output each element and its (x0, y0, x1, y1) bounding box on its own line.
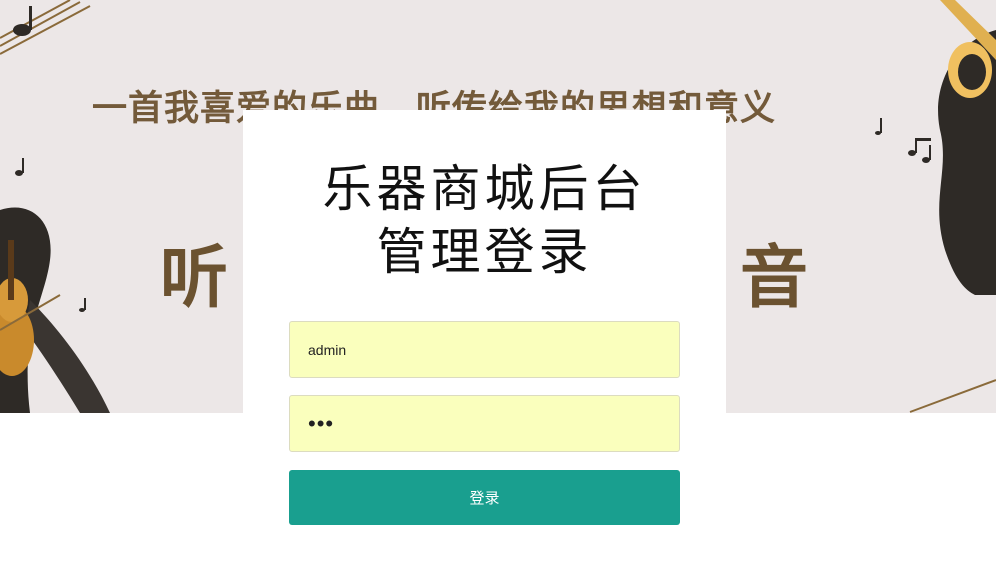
login-button[interactable]: 登录 (289, 470, 680, 525)
login-title: 乐器商城后台 管理登录 (243, 158, 726, 284)
username-input[interactable] (289, 321, 680, 378)
login-title-line2: 管理登录 (376, 223, 593, 281)
login-card: 乐器商城后台 管理登录 登录 (243, 110, 726, 565)
password-input[interactable] (289, 395, 680, 452)
banner-big-character-right: 音 (740, 239, 809, 318)
login-title-line1: 乐器商城后台 (322, 160, 647, 218)
banner-big-character-left: 听 (160, 239, 229, 318)
